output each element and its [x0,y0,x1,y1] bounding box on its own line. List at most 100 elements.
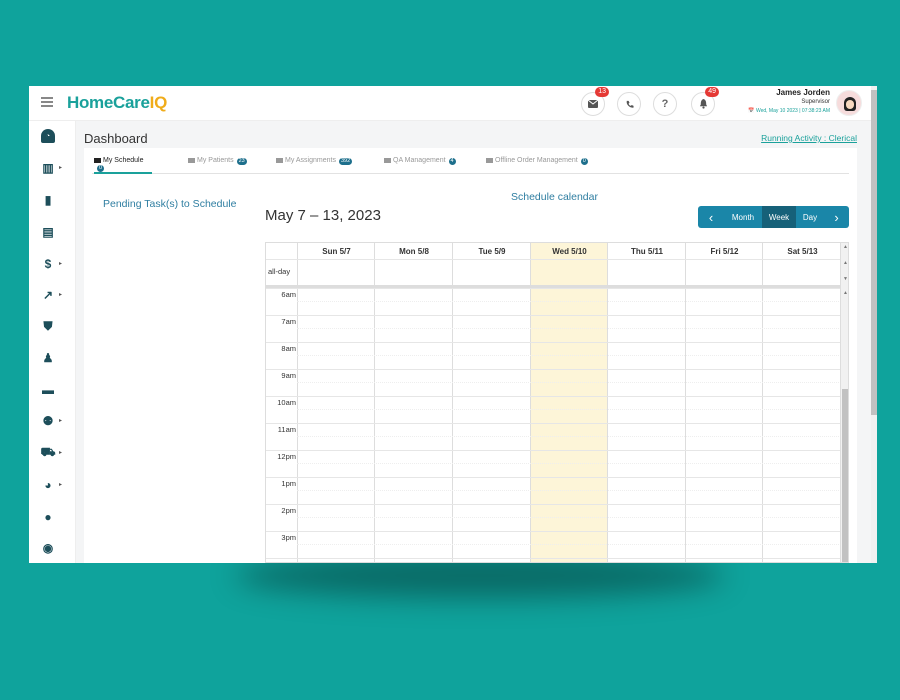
grid-line [266,342,841,343]
calendar-nav-buttons: ‹ Month Week Day › [698,206,849,228]
envelope-icon [94,157,101,163]
menu-icon[interactable] [41,97,53,107]
sidebar-item-checklist[interactable]: ▤ [41,225,65,241]
sidebar-item-library[interactable]: ▬ [41,383,65,399]
sidebar-item-team[interactable]: ⚉ ▸ [41,414,65,430]
chevron-right-icon: ▸ [59,482,63,488]
day-column: Fri 5/12 [685,243,739,562]
calendar-date-range: May 7 – 13, 2023 [265,207,381,224]
sidebar-item-agency[interactable]: ▥ ▸ [41,161,65,177]
sidebar-item-delivery[interactable]: ⛟ ▸ [40,445,65,462]
day-header[interactable]: Mon 5/8 [375,243,453,259]
tab-my-patients[interactable]: My Patients 23 [188,152,247,174]
scrollbar-thumb[interactable] [842,389,848,562]
avatar-face [846,100,854,109]
view-month-button[interactable]: Month [724,206,762,228]
sidebar-item-user[interactable]: ● [41,510,65,526]
next-button[interactable]: › [824,206,849,228]
sidebar-item-clipboard[interactable]: ▮ [41,193,65,209]
envelope-icon [486,157,493,163]
view-day-button[interactable]: Day [796,206,824,228]
calendar-scrollbar[interactable]: ▲ ▲ ▼ ▲ [840,243,848,562]
day-header[interactable]: Sat 5/13 [763,243,842,259]
grid-line [266,423,841,424]
time-label: 2pm [281,506,296,515]
staff-icon: ♟ [42,351,54,365]
sidebar-item-staff[interactable]: ♟ [41,351,65,367]
tab-offline-order-management[interactable]: Offline Order Management 0 [486,152,588,174]
scroll-up-icon[interactable]: ▲ [843,260,848,266]
schedule-calendar-title: Schedule calendar [511,191,598,203]
grid-line [266,288,841,289]
truck-icon: ⛟ [40,445,56,459]
chevron-right-icon: ▸ [59,418,63,424]
page-title: Dashboard [84,131,148,146]
help-label: ? [661,98,669,110]
grid-line [266,477,841,478]
chart-icon: ↗ [42,288,54,302]
grid-half-line [297,490,841,491]
grid-half-line [297,301,841,302]
user-info[interactable]: James Jorden Supervisor 📅 Wed, May 10 20… [748,88,830,114]
day-column: Sat 5/13 [762,243,818,562]
tab-label: My Schedule [103,157,144,164]
bell-icon[interactable]: 49 [691,87,719,116]
grid-half-line [297,436,841,437]
tab-label: Offline Order Management [495,157,578,164]
shield-icon: ⛊ [43,318,53,333]
envelope-icon [384,157,391,163]
page-scrollbar-thumb[interactable] [871,90,877,415]
grid-half-line [297,409,841,410]
day-column: Thu 5/11 [607,243,663,562]
prev-button[interactable]: ‹ [698,206,724,228]
scroll-up-icon[interactable]: ▲ [843,244,848,250]
grid-half-line [297,328,841,329]
scroll-down-icon[interactable]: ▼ [843,276,848,282]
logo[interactable]: HomeCareIQ [67,93,167,113]
team-icon: ⚉ [42,414,54,428]
tab-count: 4 [448,158,456,165]
chevron-right-icon: ▸ [59,261,63,267]
day-header[interactable]: Tue 5/9 [453,243,531,259]
day-header[interactable]: Sun 5/7 [298,243,375,259]
chevron-right-icon: ▸ [59,450,63,456]
sidebar-item-security[interactable]: ⛊ [41,319,65,335]
sidebar: ◔ ▥ ▸ ▮ ▤ $ ▸ ↗ ▸ ⛊ ♟ ▬ ⚉ ▸ ⛟ ▸ ◕ ▸ ● ◉ [29,121,76,563]
tab-my-assignments[interactable]: My Assignments 392 [276,152,353,174]
help-icon[interactable]: ? [653,92,677,116]
user-role: Supervisor [801,99,830,105]
scroll-up-icon[interactable]: ▲ [843,290,848,296]
chevron-right-icon: ▸ [59,165,63,171]
day-header[interactable]: Thu 5/11 [608,243,686,259]
tab-my-schedule[interactable]: My Schedule0 [94,152,152,174]
logo-text-homecare: HomeCare [67,93,150,112]
day-column: Tue 5/9 [452,243,505,562]
mail-icon[interactable]: 13 [581,87,609,116]
avatar[interactable] [836,90,862,116]
envelope-icon [188,157,195,163]
day-column: Mon 5/8 [374,243,429,562]
sidebar-item-analytics[interactable]: ◕ ▸ [41,478,65,494]
sidebar-item-billing[interactable]: $ ▸ [41,257,65,273]
checklist-icon: ▤ [42,225,54,239]
book-icon: ▬ [42,383,54,397]
pie-chart-icon: ◕ [44,478,52,492]
sidebar-item-dashboard[interactable]: ◔ [41,129,65,145]
day-header[interactable]: Wed 5/10 [531,243,608,259]
tab-qa-management[interactable]: QA Management 4 [384,152,456,174]
phone-icon[interactable] [617,92,641,116]
stopwatch-icon: ◉ [42,541,54,555]
week-calendar: Sun 5/7 Mon 5/8 Tue 5/9 Wed 5/10 Thu 5/1… [265,242,849,563]
grid-half-line [297,544,841,545]
sidebar-item-reports[interactable]: ↗ ▸ [41,288,65,304]
view-week-button[interactable]: Week [762,206,796,228]
day-header[interactable]: Fri 5/12 [686,243,763,259]
tab-count: 392 [338,158,353,165]
page-scrollbar[interactable] [871,86,877,563]
running-activity-link[interactable]: Running Activity : Clerical [761,133,857,143]
tab-count: 0 [580,158,588,165]
sidebar-item-timer[interactable]: ◉ [41,541,65,557]
time-label: 3pm [281,533,296,542]
today-column-highlight [530,243,607,562]
time-label: 9am [281,371,296,380]
